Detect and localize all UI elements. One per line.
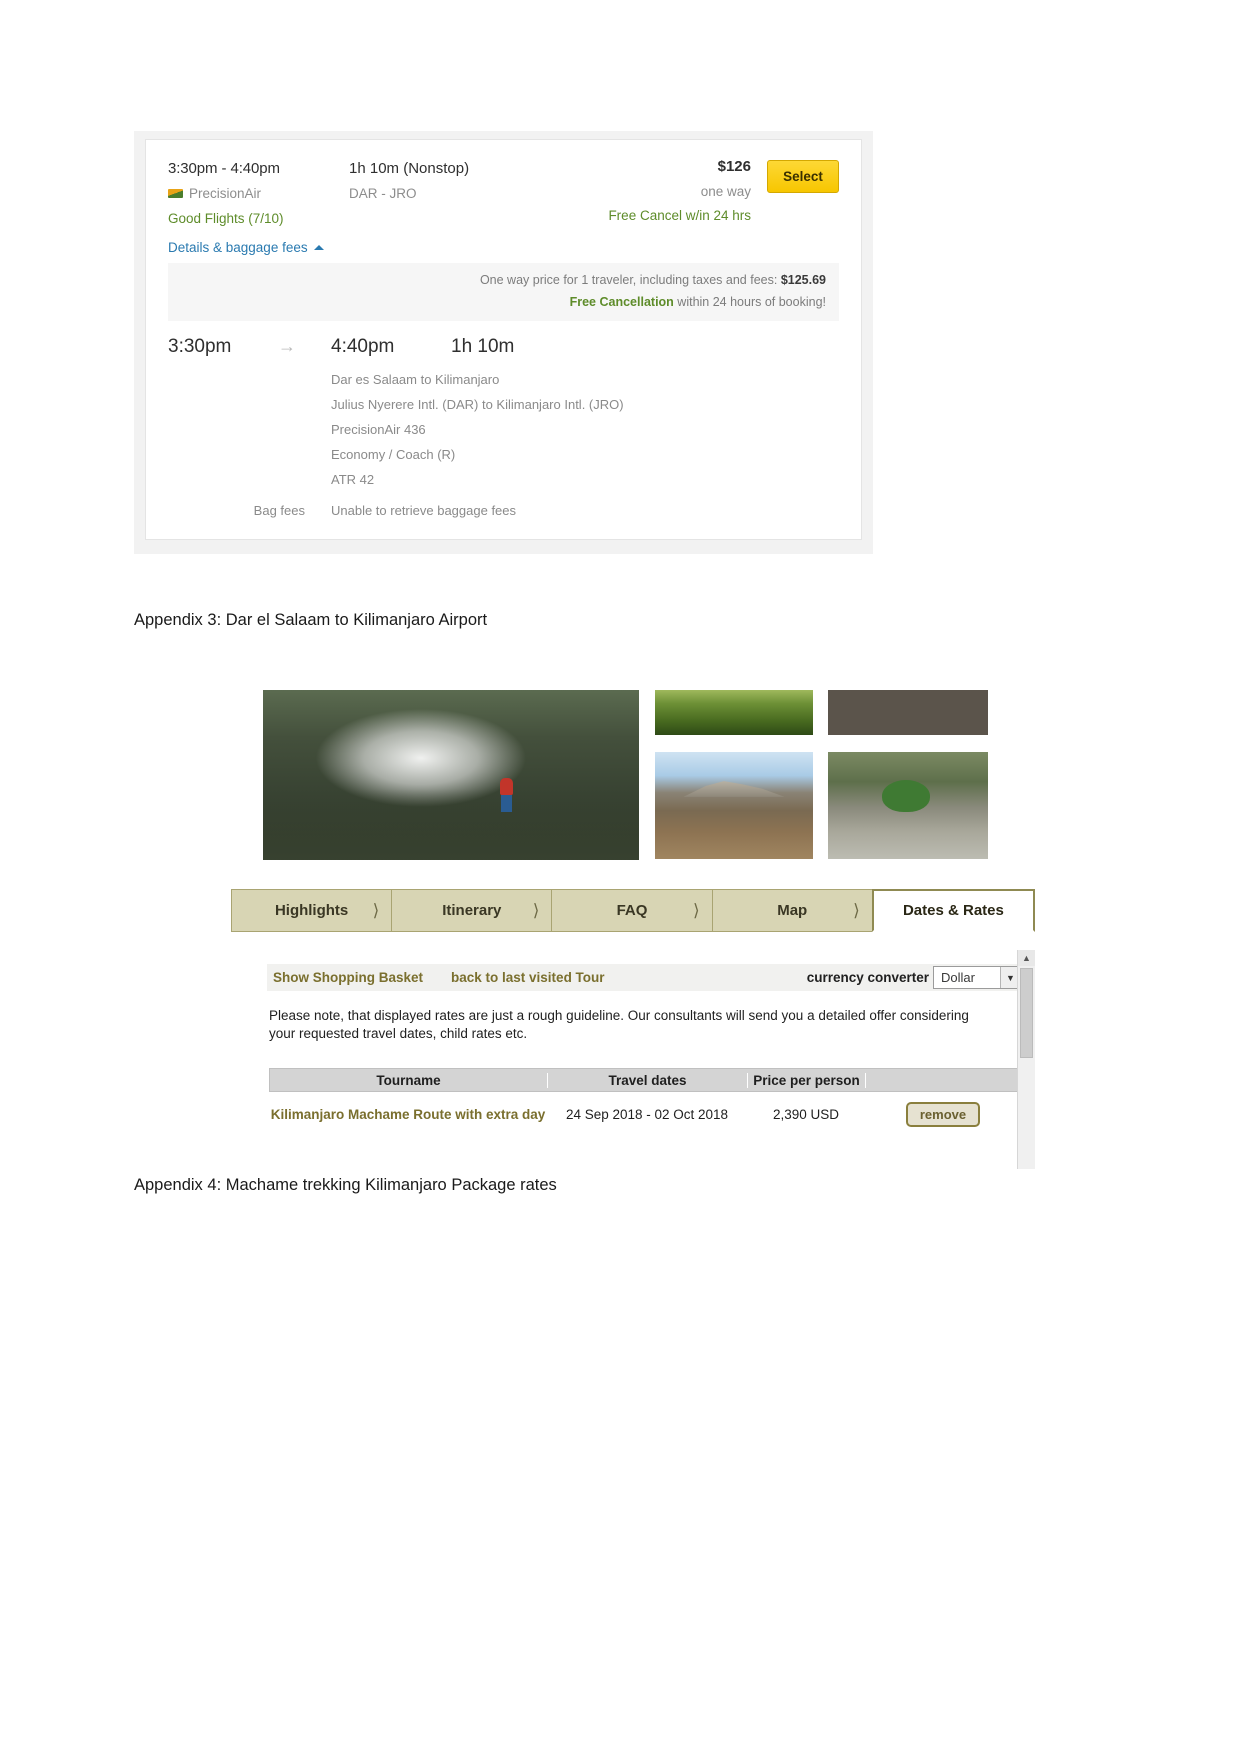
tab-itinerary[interactable]: Itinerary ⟩: [391, 889, 552, 932]
price-summary-amount: $125.69: [780, 273, 826, 287]
segment-depart-time: 3:30pm: [168, 336, 232, 357]
rates-table: Tourname Travel dates Price per person K…: [269, 1068, 1021, 1136]
table-row: Kilimanjaro Machame Route with extra day…: [269, 1092, 1021, 1136]
tab-dates-and-rates-label: Dates & Rates: [902, 902, 1004, 919]
precisionair-logo-icon: [168, 189, 183, 198]
row-tourname-link[interactable]: Kilimanjaro Machame Route with extra day: [269, 1107, 547, 1122]
rates-disclaimer-note: Please note, that displayed rates are ju…: [269, 1008, 969, 1042]
free-cancellation-strong: Free Cancellation: [569, 295, 674, 309]
flight-airline: PrecisionAir: [168, 186, 338, 201]
row-price: 2,390 USD: [772, 1106, 840, 1122]
rates-table-header: Tourname Travel dates Price per person: [269, 1068, 1021, 1092]
dates-and-rates-panel: Show Shopping Basket back to last visite…: [231, 932, 1035, 1173]
tab-map[interactable]: Map ⟩: [711, 889, 872, 932]
flight-times-column: 3:30pm - 4:40pm PrecisionAir Good Flight…: [168, 160, 338, 226]
caret-up-icon: [313, 245, 324, 250]
tab-highlights-label: Highlights: [274, 902, 349, 919]
segment-cabin-class: Economy / Coach (R): [331, 447, 456, 462]
hiker-jacket-graphic: [499, 778, 513, 796]
flight-summary-row: 3:30pm - 4:40pm PrecisionAir Good Flight…: [146, 140, 861, 232]
free-cancellation-text: within 24 hours of booking!: [673, 295, 826, 309]
remove-button[interactable]: remove: [905, 1101, 981, 1127]
segment-aircraft: ATR 42: [331, 472, 375, 487]
header-tourname: Tourname: [270, 1072, 548, 1088]
header-travel-dates: Travel dates: [548, 1072, 748, 1088]
tour-tab-bar: Highlights ⟩ Itinerary ⟩ FAQ ⟩ Map ⟩ Dat…: [231, 889, 1036, 932]
flight-rating: Good Flights (7/10): [168, 211, 284, 226]
price-summary-line2: Free Cancellation within 24 hours of boo…: [168, 295, 826, 309]
price-summary-text: One way price for 1 traveler, including …: [479, 273, 781, 287]
segment-flight-number: PrecisionAir 436: [331, 422, 426, 437]
chevron-right-icon: ⟩: [853, 900, 860, 920]
tab-faq[interactable]: FAQ ⟩: [551, 889, 712, 932]
chevron-right-icon: ⟩: [692, 900, 700, 920]
row-travel-dates: 24 Sep 2018 - 02 Oct 2018: [565, 1106, 729, 1122]
show-shopping-basket-link[interactable]: Show Shopping Basket: [273, 970, 423, 985]
tab-itinerary-label: Itinerary: [442, 902, 502, 919]
appendix-3-caption: Appendix 3: Dar el Salaam to Kilimanjaro…: [134, 611, 488, 629]
airline-name: PrecisionAir: [189, 186, 262, 201]
price-summary-line1: One way price for 1 traveler, including …: [168, 273, 826, 287]
row-action-cell: remove: [865, 1101, 1021, 1127]
tab-map-label: Map: [777, 902, 808, 919]
flight-result-screenshot: 3:30pm - 4:40pm PrecisionAir Good Flight…: [134, 131, 873, 554]
chevron-right-icon: ⟩: [372, 900, 380, 920]
details-link-label: Details & baggage fees: [168, 240, 308, 255]
chevron-right-icon: ⟩: [532, 900, 540, 920]
kibo-summit-plateau-photo: [655, 752, 813, 859]
tent-camp-graphic: [828, 752, 988, 859]
rainforest-canopy-photo: [655, 690, 813, 735]
green-tent-camp-stream-photo: [828, 752, 988, 859]
tab-faq-label: FAQ: [616, 902, 648, 919]
hiker-trousers-graphic: [500, 795, 512, 813]
currency-select-value: Dollar: [941, 970, 975, 985]
segment-arrive-time: 4:40pm: [331, 336, 395, 357]
rates-toolbar: Show Shopping Basket back to last visite…: [267, 964, 1021, 991]
rainforest-graphic: [655, 690, 813, 735]
flight-price-column: $126 one way Free Cancel w/in 24 hrs: [421, 158, 751, 223]
currency-converter-label: currency converter: [806, 970, 929, 985]
bag-fees-value: Unable to retrieve baggage fees: [331, 503, 517, 518]
select-button[interactable]: Select: [767, 160, 839, 193]
tab-highlights[interactable]: Highlights ⟩: [231, 889, 392, 932]
segment-airports: Julius Nyerere Intl. (DAR) to Kilimanjar…: [331, 397, 624, 412]
price-summary-bar: One way price for 1 traveler, including …: [168, 263, 839, 321]
bag-fees-row: Bag fees Unable to retrieve baggage fees: [168, 503, 839, 518]
flight-times: 3:30pm - 4:40pm: [168, 160, 280, 177]
flight-segment-details: 3:30pm → 4:40pm 1h 10m Dar es Salaam to …: [168, 336, 839, 518]
tab-dates-and-rates[interactable]: Dates & Rates: [871, 889, 1036, 932]
crater-landscape-graphic: [263, 690, 639, 860]
scrollbar-thumb[interactable]: [1020, 968, 1033, 1058]
back-to-last-tour-link[interactable]: back to last visited Tour: [451, 970, 605, 985]
currency-select[interactable]: Dollar ▼: [933, 966, 1021, 989]
appendix-4-caption: Appendix 4: Machame trekking Kilimanjaro…: [134, 1176, 557, 1194]
rates-panel-scrollbar[interactable]: ▲: [1017, 950, 1035, 1169]
rock-face-photo: [828, 690, 988, 735]
bag-fees-label: Bag fees: [253, 503, 305, 518]
header-price-per-person: Price per person: [748, 1072, 866, 1088]
kilimanjaro-crater-hiker-photo: [263, 690, 639, 860]
arrow-right-icon: →: [278, 336, 296, 356]
summit-plateau-graphic: [655, 752, 813, 859]
rock-face-graphic: [828, 690, 988, 735]
flight-result-card: 3:30pm - 4:40pm PrecisionAir Good Flight…: [145, 139, 862, 540]
free-cancel-note: Free Cancel w/in 24 hrs: [608, 208, 751, 223]
segment-length: 1h 10m: [451, 336, 515, 357]
chevron-up-icon[interactable]: ▲: [1018, 950, 1035, 966]
segment-time-row: 3:30pm → 4:40pm 1h 10m: [168, 336, 839, 358]
segment-detail-list: Dar es Salaam to Kilimanjaro Julius Nyer…: [331, 372, 839, 487]
flight-price: $126: [717, 158, 751, 175]
flight-price-note: one way: [700, 184, 751, 199]
segment-cities: Dar es Salaam to Kilimanjaro: [331, 372, 500, 387]
hiker-figure-graphic: [499, 778, 513, 813]
details-baggage-fees-link[interactable]: Details & baggage fees: [168, 240, 324, 255]
